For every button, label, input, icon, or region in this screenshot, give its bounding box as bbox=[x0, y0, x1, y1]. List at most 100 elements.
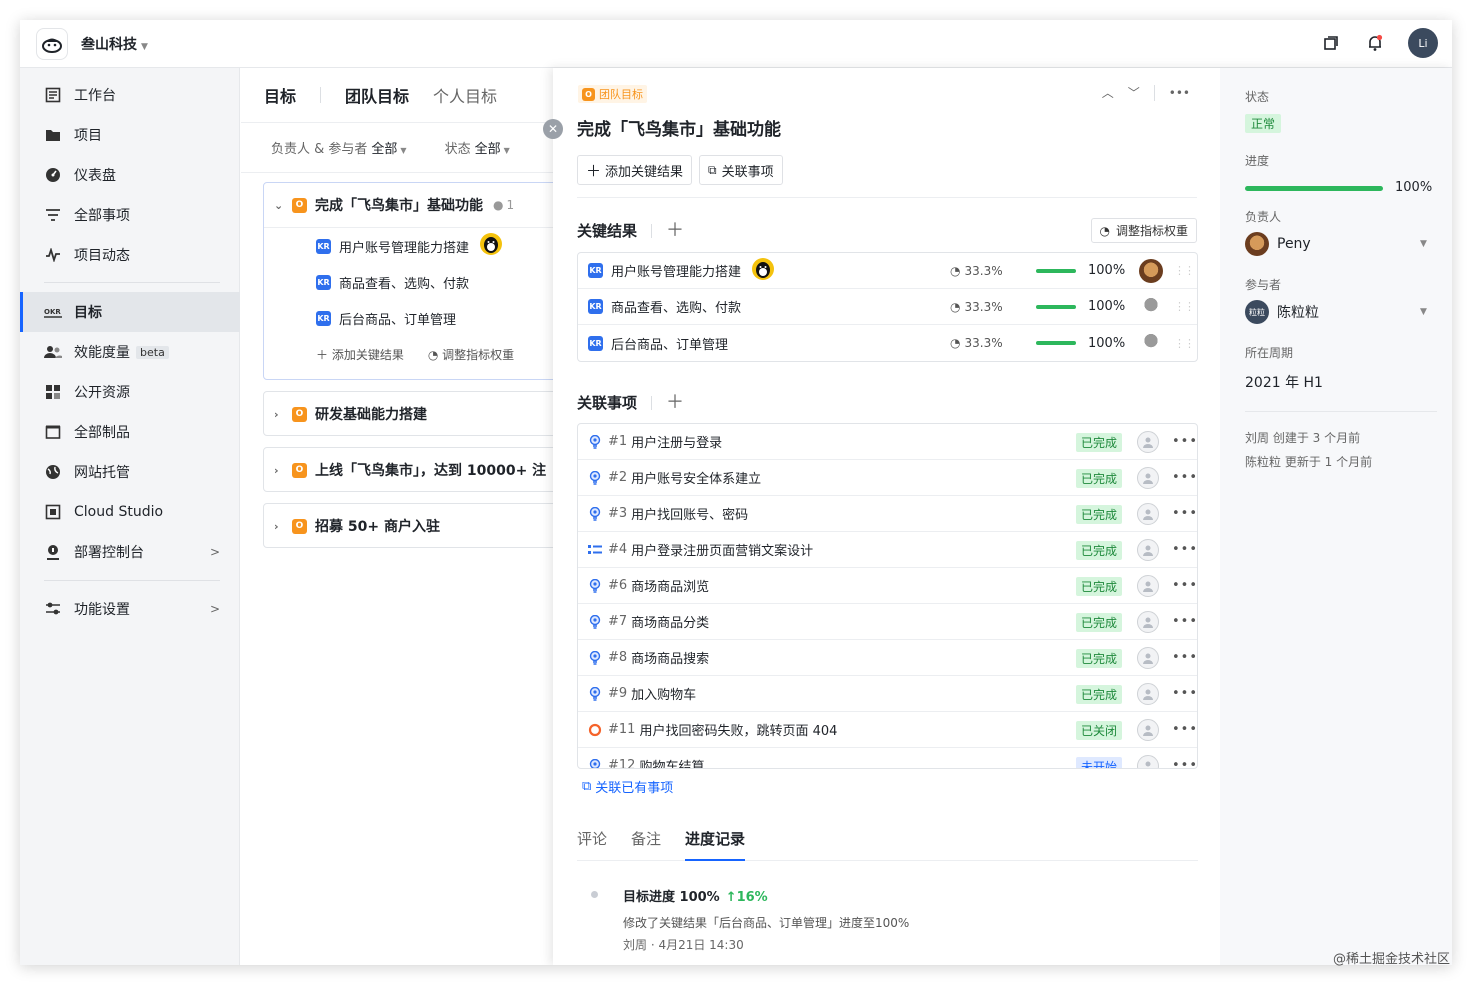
sidebar-item-deploy-console[interactable]: 部署控制台 > bbox=[20, 532, 240, 572]
team-switcher[interactable]: 叁山科技 ▼ bbox=[81, 34, 148, 54]
sidebar-item-workbench[interactable]: 工作台 bbox=[20, 75, 240, 115]
add-item-plus-icon[interactable]: ＋ bbox=[651, 393, 684, 411]
tab-team-goals[interactable]: 团队目标 bbox=[345, 83, 409, 107]
participants-select[interactable]: 粒粒 陈粒粒 ▼ bbox=[1245, 300, 1435, 324]
sidebar-item-all-items[interactable]: 全部事项 bbox=[20, 195, 240, 235]
more-icon[interactable]: ••• bbox=[1169, 86, 1190, 100]
user-avatar[interactable]: Li bbox=[1408, 28, 1438, 58]
status-badge[interactable]: 已关闭 bbox=[1076, 721, 1123, 740]
chevron-right-icon[interactable]: › bbox=[274, 520, 288, 533]
window-icon[interactable] bbox=[1320, 32, 1342, 54]
item-row[interactable]: #1 用户注册与登录 已完成 ••• bbox=[578, 424, 1197, 460]
avatar[interactable] bbox=[1139, 259, 1163, 283]
tab-notes[interactable]: 备注 bbox=[631, 828, 661, 861]
objective-card[interactable]: ⌄ O 完成「飞鸟集市」基础功能 ● 1 KR 用户账号管理能力搭建 KR 商品查… bbox=[263, 182, 563, 380]
status-badge[interactable]: 已完成 bbox=[1076, 433, 1123, 452]
sidebar-item-goals[interactable]: OKR 目标 bbox=[20, 292, 240, 332]
item-row[interactable]: #11 用户找回密码失败，跳转页面 404 已关闭 ••• bbox=[578, 712, 1197, 748]
tab-personal-goals[interactable]: 个人目标 bbox=[433, 83, 497, 107]
assignee-avatar[interactable] bbox=[1137, 755, 1159, 768]
item-row[interactable]: #3 用户找回账号、密码 已完成 ••• bbox=[578, 496, 1197, 532]
objective-row[interactable]: ⌄ O 完成「飞鸟集市」基础功能 ● 1 bbox=[264, 183, 562, 227]
status-badge[interactable]: 已完成 bbox=[1076, 685, 1123, 704]
assignee-avatar[interactable] bbox=[1137, 539, 1159, 561]
sidebar-item-projects[interactable]: 项目 bbox=[20, 115, 240, 155]
objective-row[interactable]: › O 上线「飞鸟集市」，达到 10000+ 注 bbox=[264, 448, 562, 491]
chevron-right-icon[interactable]: › bbox=[274, 408, 288, 421]
add-kr-button[interactable]: ＋添加关键结果 bbox=[577, 155, 693, 185]
sidebar-item-cloud-studio[interactable]: Cloud Studio bbox=[20, 492, 240, 532]
sidebar-item-activity[interactable]: 项目动态 bbox=[20, 235, 240, 275]
tab-comments[interactable]: 评论 bbox=[577, 828, 607, 861]
owner-filter[interactable]: 负责人 & 参与者 全部 ▼ bbox=[271, 138, 407, 157]
link-existing-button[interactable]: ⧉ 关联已有事项 bbox=[582, 777, 673, 796]
item-row[interactable]: #7 商场商品分类 已完成 ••• bbox=[578, 604, 1197, 640]
chevron-right-icon[interactable]: › bbox=[274, 464, 288, 477]
status-badge[interactable]: 已完成 bbox=[1076, 469, 1123, 488]
status-badge[interactable]: 已完成 bbox=[1076, 577, 1123, 596]
bell-icon[interactable] bbox=[1364, 32, 1386, 54]
assignee-avatar[interactable] bbox=[1137, 503, 1159, 525]
objective-card[interactable]: › O 招募 50+ 商户入驻 bbox=[263, 503, 563, 548]
drag-handle-icon[interactable]: ⋮⋮ bbox=[1174, 300, 1195, 313]
sidebar-item-metrics[interactable]: 效能度量 beta bbox=[20, 332, 240, 372]
adjust-weight-link[interactable]: ◔ 调整指标权重 bbox=[428, 346, 514, 363]
more-icon[interactable]: ••• bbox=[1172, 470, 1197, 485]
owner-select[interactable]: Peny ▼ bbox=[1245, 232, 1435, 256]
sidebar-item-dashboard[interactable]: 仪表盘 bbox=[20, 155, 240, 195]
drag-handle-icon[interactable]: ⋮⋮ bbox=[1174, 337, 1195, 350]
adjust-weight-button[interactable]: ◔ 调整指标权重 bbox=[1090, 218, 1197, 243]
chevron-up-icon[interactable]: ︿ bbox=[1102, 84, 1114, 101]
item-row[interactable]: #2 用户账号安全体系建立 已完成 ••• bbox=[578, 460, 1197, 496]
status-badge[interactable]: 已完成 bbox=[1076, 505, 1123, 524]
assignee-avatar[interactable] bbox=[1137, 431, 1159, 453]
chevron-down-icon[interactable]: ﹀ bbox=[1128, 84, 1140, 101]
objective-row[interactable]: › O 研发基础能力搭建 bbox=[264, 392, 562, 435]
avatar[interactable] bbox=[1139, 331, 1163, 355]
avatar[interactable] bbox=[1139, 295, 1163, 319]
more-icon[interactable]: ••• bbox=[1172, 542, 1197, 557]
status-badge[interactable]: 已完成 bbox=[1076, 613, 1123, 632]
kr-row[interactable]: KR 后台商品、订单管理 ◔ 33.3% 100% ⋮⋮ bbox=[578, 325, 1197, 361]
assignee-avatar[interactable] bbox=[1137, 719, 1159, 741]
status-badge[interactable]: 正常 bbox=[1245, 114, 1282, 133]
drag-handle-icon[interactable]: ⋮⋮ bbox=[1174, 264, 1195, 277]
kr-row[interactable]: KR 用户账号管理能力搭建 bbox=[264, 228, 562, 264]
item-row[interactable]: #9 加入购物车 已完成 ••• bbox=[578, 676, 1197, 712]
objective-row[interactable]: › O 招募 50+ 商户入驻 bbox=[264, 504, 562, 547]
assignee-avatar[interactable] bbox=[1137, 611, 1159, 633]
chevron-down-icon[interactable]: ⌄ bbox=[274, 199, 288, 212]
more-icon[interactable]: ••• bbox=[1172, 758, 1197, 768]
objective-card[interactable]: › O 上线「飞鸟集市」，达到 10000+ 注 bbox=[263, 447, 563, 492]
sidebar-item-settings[interactable]: 功能设置 > bbox=[20, 589, 240, 629]
team-logo-icon[interactable] bbox=[36, 28, 68, 60]
kr-row[interactable]: KR 商品查看、选购、付款 bbox=[264, 264, 562, 300]
item-row[interactable]: #8 商场商品搜索 已完成 ••• bbox=[578, 640, 1197, 676]
more-icon[interactable]: ••• bbox=[1172, 722, 1197, 737]
more-icon[interactable]: ••• bbox=[1172, 434, 1197, 449]
more-icon[interactable]: ••• bbox=[1172, 686, 1197, 701]
link-items-button[interactable]: ⧉ 关联事项 bbox=[699, 155, 783, 185]
objective-card[interactable]: › O 研发基础能力搭建 bbox=[263, 391, 563, 436]
kr-row[interactable]: KR 商品查看、选购、付款 ◔ 33.3% 100% ⋮⋮ bbox=[578, 289, 1197, 325]
status-filter[interactable]: 状态 全部 ▼ bbox=[445, 138, 510, 157]
more-icon[interactable]: ••• bbox=[1172, 578, 1197, 593]
kr-row[interactable]: KR 后台商品、订单管理 bbox=[264, 300, 562, 336]
status-badge[interactable]: 已完成 bbox=[1076, 649, 1123, 668]
kr-row[interactable]: KR 用户账号管理能力搭建 ◔ 33.3% 100% ⋮⋮ bbox=[578, 253, 1197, 289]
assignee-avatar[interactable] bbox=[1137, 467, 1159, 489]
more-icon[interactable]: ••• bbox=[1172, 614, 1197, 629]
sidebar-item-public-resources[interactable]: 公开资源 bbox=[20, 372, 240, 412]
assignee-avatar[interactable] bbox=[1137, 647, 1159, 669]
item-row[interactable]: #6 商场商品浏览 已完成 ••• bbox=[578, 568, 1197, 604]
assignee-avatar[interactable] bbox=[1137, 683, 1159, 705]
sidebar-item-hosting[interactable]: 网站托管 bbox=[20, 452, 240, 492]
status-badge[interactable]: 未开始 bbox=[1076, 757, 1123, 768]
item-row[interactable]: #4 用户登录注册页面营销文案设计 已完成 ••• bbox=[578, 532, 1197, 568]
more-icon[interactable]: ••• bbox=[1172, 650, 1197, 665]
add-kr-link[interactable]: ＋ 添加关键结果 bbox=[316, 346, 404, 363]
assignee-avatar[interactable] bbox=[1137, 575, 1159, 597]
status-badge[interactable]: 已完成 bbox=[1076, 541, 1123, 560]
more-icon[interactable]: ••• bbox=[1172, 506, 1197, 521]
sidebar-item-artifacts[interactable]: 全部制品 bbox=[20, 412, 240, 452]
